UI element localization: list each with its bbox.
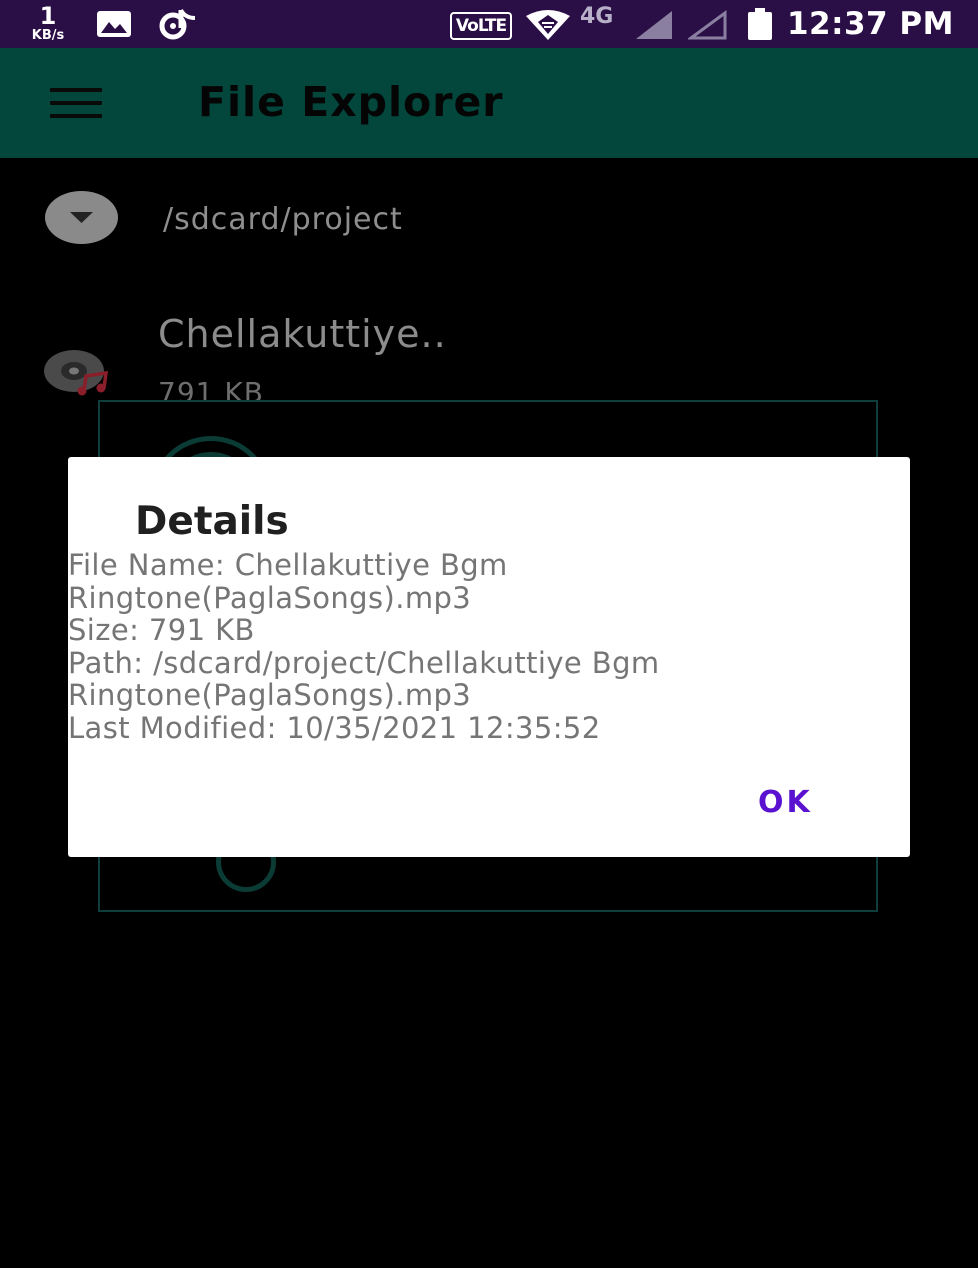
detail-line: Path: /sdcard/project/Chellakuttiye Bgm: [68, 645, 660, 680]
image-icon: [97, 11, 131, 37]
detail-line: Ringtone(PaglaSongs).mp3: [68, 580, 472, 615]
current-path: /sdcard/project: [163, 202, 403, 237]
app-bar: File Explorer: [0, 48, 978, 158]
ok-button[interactable]: OK: [758, 785, 813, 820]
signal-2-icon: [688, 10, 727, 40]
detail-line: File Name: Chellakuttiye Bgm: [68, 548, 508, 582]
clock: 12:37 PM: [786, 6, 954, 42]
status-bar: 1 KB/s VoLTE 4G 12:37 PM: [0, 0, 978, 48]
chevron-down-icon: [70, 212, 93, 223]
network-speed: 1 KB/s: [22, 4, 74, 42]
collapse-button[interactable]: [45, 191, 118, 244]
volte-badge: VoLTE: [450, 12, 512, 40]
detail-line: Size: 791 KB: [68, 613, 255, 648]
file-name: Chellakuttiye..: [158, 312, 447, 356]
dialog-title: Details: [135, 499, 289, 544]
music-disc-icon: [44, 350, 109, 396]
list-item[interactable]: Chellakuttiye.. 791 KB: [0, 300, 978, 410]
details-dialog: Details File Name: Chellakuttiye Bgm Rin…: [68, 457, 910, 857]
signal-1-icon: [636, 11, 672, 39]
menu-icon[interactable]: [50, 88, 102, 118]
network-speed-unit: KB/s: [31, 28, 65, 43]
detail-line: Last Modified: 10/35/2021 12:35:52: [68, 710, 601, 745]
network-speed-value: 1: [39, 2, 57, 30]
tiktok-icon: [159, 9, 196, 40]
path-row[interactable]: /sdcard/project: [0, 170, 978, 270]
network-type: 4G: [580, 4, 614, 29]
detail-line: Ringtone(PaglaSongs).mp3: [68, 678, 472, 713]
hotspot-icon: [526, 10, 570, 40]
app-title: File Explorer: [198, 78, 504, 126]
battery-icon: [748, 8, 772, 40]
screen: 1 KB/s VoLTE 4G 12:37 PM File Explorer /…: [0, 0, 978, 1268]
dialog-body: File Name: Chellakuttiye Bgm Ringtone(Pa…: [68, 549, 910, 745]
